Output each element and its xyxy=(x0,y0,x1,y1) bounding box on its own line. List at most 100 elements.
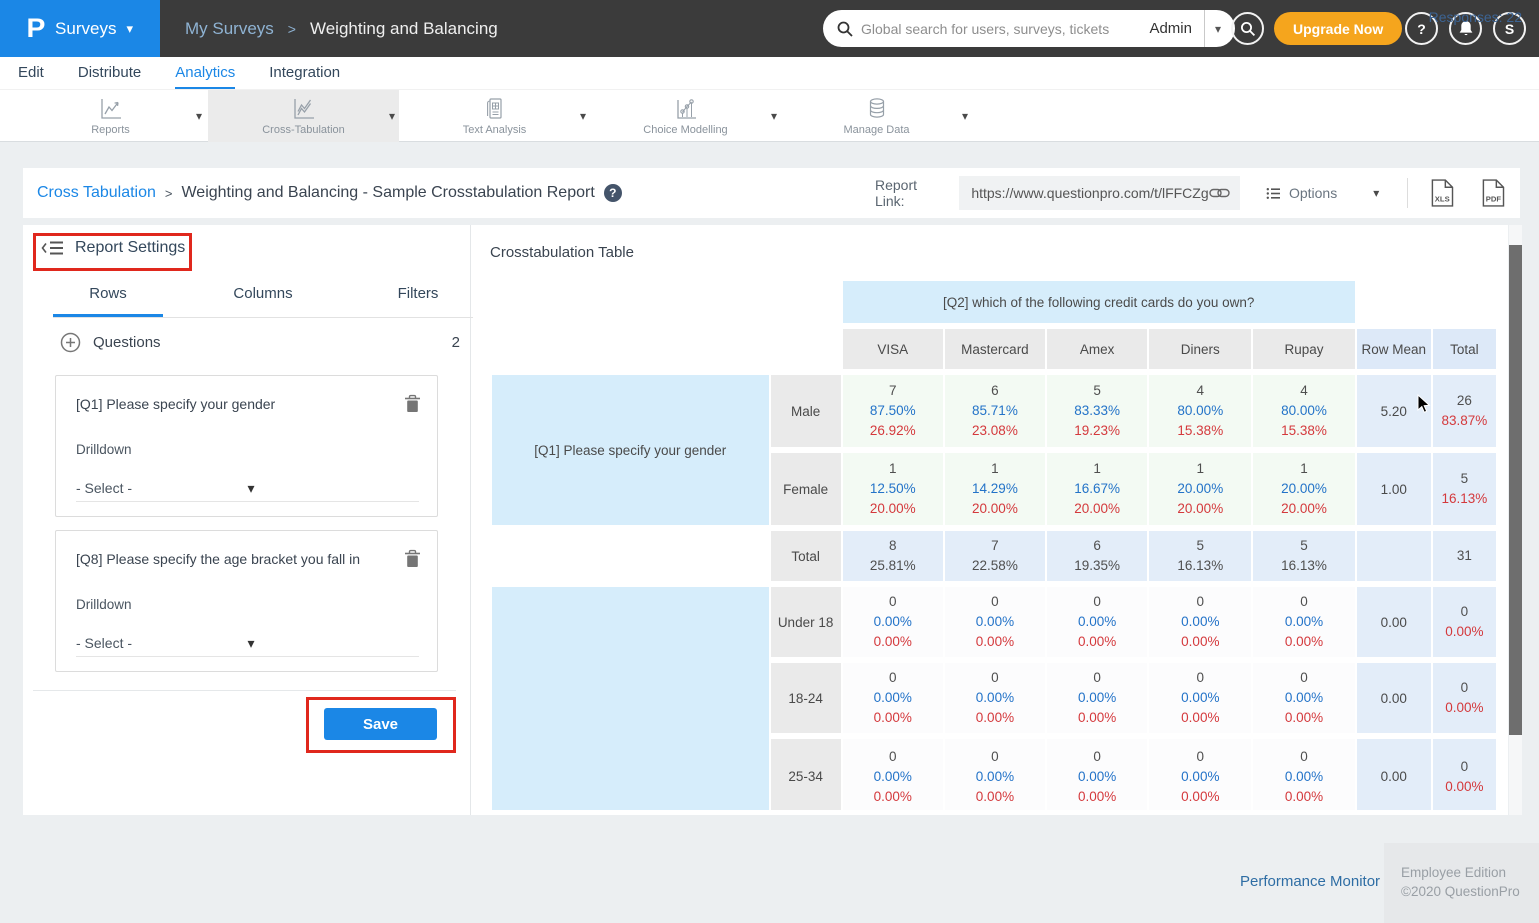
help-badge-icon[interactable]: ? xyxy=(604,184,622,202)
cell-value: 0 xyxy=(945,668,1045,688)
cell-value: 0 xyxy=(1433,602,1496,622)
breadcrumb-my-surveys[interactable]: My Surveys xyxy=(185,19,274,39)
questions-label: Questions xyxy=(93,334,161,351)
report-header-card: Cross Tabulation > Weighting and Balanci… xyxy=(23,168,1520,218)
report-settings-toggle[interactable]: Report Settings xyxy=(41,239,185,257)
cell-value: 0.00% xyxy=(843,787,943,807)
question-text: [Q1] Please specify your gender xyxy=(76,396,376,412)
column-header-row: VISA Mastercard Amex Diners Rupay Row Me… xyxy=(492,329,1496,369)
toolbar-item-choice-modelling[interactable]: Choice Modelling ▾ xyxy=(590,90,781,142)
search-scope-selector[interactable]: Admin xyxy=(1143,20,1204,37)
chevron-down-icon[interactable]: ▾ xyxy=(1205,23,1225,35)
cell-value: 0.00% xyxy=(843,708,943,728)
toolbar-item-text-analysis[interactable]: Text Analysis ▾ xyxy=(399,90,590,142)
chevron-down-icon: ▾ xyxy=(1373,187,1379,199)
drilldown-select[interactable]: - Select - ▾ xyxy=(76,474,419,502)
data-cell: 516.13% xyxy=(1253,531,1354,581)
chevron-down-icon[interactable]: ▾ xyxy=(580,109,586,123)
search-icon xyxy=(1240,21,1256,37)
crosstab-row: Total825.81%722.58%619.35%516.13%516.13%… xyxy=(492,531,1496,581)
nav-edit[interactable]: Edit xyxy=(18,57,44,89)
chevron-down-icon[interactable]: ▾ xyxy=(196,109,202,123)
scrollbar-thumb[interactable] xyxy=(1509,245,1522,735)
save-button[interactable]: Save xyxy=(324,708,437,740)
toolbar-item-reports[interactable]: Reports ▾ xyxy=(15,90,206,142)
link-icon[interactable] xyxy=(1209,187,1230,199)
cell-value: 5 xyxy=(1047,381,1147,401)
data-cell: 114.29%20.00% xyxy=(945,453,1045,525)
tab-columns[interactable]: Columns xyxy=(208,285,318,317)
performance-monitor-link[interactable]: Performance Monitor xyxy=(1240,873,1380,890)
cell-value: 5 xyxy=(1149,536,1251,556)
toolbar-item-cross-tabulation[interactable]: Cross-Tabulation ▾ xyxy=(208,90,399,142)
nav-analytics[interactable]: Analytics xyxy=(175,57,235,89)
cell-value: 0 xyxy=(1253,668,1354,688)
cell-value: 26.92% xyxy=(843,421,943,441)
crosstab-row: [Q1] Please specify your genderMale787.5… xyxy=(492,375,1496,447)
row-mean-cell xyxy=(1357,531,1431,581)
delete-icon[interactable] xyxy=(404,549,421,568)
nav-distribute[interactable]: Distribute xyxy=(78,57,141,89)
cell-value: 31 xyxy=(1433,546,1496,566)
cell-value: 0.00% xyxy=(1149,708,1251,728)
total-cell: 31 xyxy=(1433,531,1496,581)
toolbar-label: Reports xyxy=(91,124,130,136)
options-button[interactable]: Options ▾ xyxy=(1266,185,1379,201)
select-value: - Select - xyxy=(76,635,248,651)
data-cell: 516.13% xyxy=(1149,531,1251,581)
cell-value: 4 xyxy=(1149,381,1251,401)
cell-value: 0.00% xyxy=(945,612,1045,632)
search-submit-button[interactable] xyxy=(1231,12,1264,45)
cell-value: 0.00% xyxy=(843,767,943,787)
toolbar-item-manage-data[interactable]: Manage Data ▾ xyxy=(781,90,972,142)
tab-filters[interactable]: Filters xyxy=(363,285,473,317)
report-url-field[interactable]: https://www.questionpro.com/t/lFFCZg xyxy=(959,176,1240,210)
cell-value: 19.35% xyxy=(1047,556,1147,576)
chevron-down-icon[interactable]: ▾ xyxy=(771,109,777,123)
edition-box: Employee Edition ©2020 QuestionPro xyxy=(1384,843,1539,923)
cell-value: 20.00% xyxy=(1149,499,1251,519)
delete-icon[interactable] xyxy=(404,394,421,413)
surveys-menu-button[interactable]: P Surveys ▾ xyxy=(0,0,160,57)
analytics-toolbar: Reports ▾ Cross-Tabulation ▾ Text Analys… xyxy=(0,90,1539,142)
search-input[interactable] xyxy=(861,21,1143,37)
chevron-down-icon[interactable]: ▾ xyxy=(962,109,968,123)
column-header-rupay: Rupay xyxy=(1253,329,1354,369)
row-question-cell xyxy=(492,587,769,810)
nav-integration[interactable]: Integration xyxy=(269,57,340,89)
cell-value: 16.13% xyxy=(1433,489,1496,509)
cell-value: 0.00% xyxy=(1149,767,1251,787)
drilldown-select[interactable]: - Select - ▾ xyxy=(76,629,419,657)
cell-value: 0.00% xyxy=(1253,767,1354,787)
add-question-icon[interactable] xyxy=(60,332,81,353)
breadcrumb: My Surveys > Weighting and Balancing xyxy=(185,0,498,57)
cell-value: 85.71% xyxy=(945,401,1045,421)
cross-tabulation-link[interactable]: Cross Tabulation xyxy=(37,184,156,202)
cell-value: 1 xyxy=(1253,459,1354,479)
report-title: Weighting and Balancing - Sample Crossta… xyxy=(181,184,594,202)
crosstab-row: Under 1800.00%0.00%00.00%0.00%00.00%0.00… xyxy=(492,587,1496,657)
settings-tabs: Rows Columns Filters xyxy=(53,285,473,318)
export-pdf-icon[interactable]: PDF xyxy=(1481,178,1506,208)
data-cell: 00.00%0.00% xyxy=(1149,663,1251,733)
spacer-cell xyxy=(492,531,769,581)
tab-rows[interactable]: Rows xyxy=(53,285,163,317)
cell-value: 1 xyxy=(1047,459,1147,479)
data-cell: 722.58% xyxy=(945,531,1045,581)
cell-value: 83.33% xyxy=(1047,401,1147,421)
edition-label: Employee Edition xyxy=(1401,863,1539,882)
column-header-diners: Diners xyxy=(1149,329,1251,369)
chevron-down-icon[interactable]: ▾ xyxy=(389,109,395,123)
data-cell: 00.00%0.00% xyxy=(1253,739,1354,810)
cell-value: 0.00% xyxy=(1253,787,1354,807)
cell-value: 7 xyxy=(945,536,1045,556)
cell-value: 0.00% xyxy=(1047,767,1147,787)
cell-value: 0.00% xyxy=(945,767,1045,787)
cell-value: 0 xyxy=(843,592,943,612)
question-text: [Q8] Please specify the age bracket you … xyxy=(76,551,376,567)
cell-value: 23.08% xyxy=(945,421,1045,441)
breadcrumb-separator-icon: > xyxy=(288,21,296,37)
upgrade-now-button[interactable]: Upgrade Now xyxy=(1274,12,1402,45)
cell-value: 0.00% xyxy=(843,632,943,652)
export-xls-icon[interactable]: XLS xyxy=(1430,178,1455,208)
